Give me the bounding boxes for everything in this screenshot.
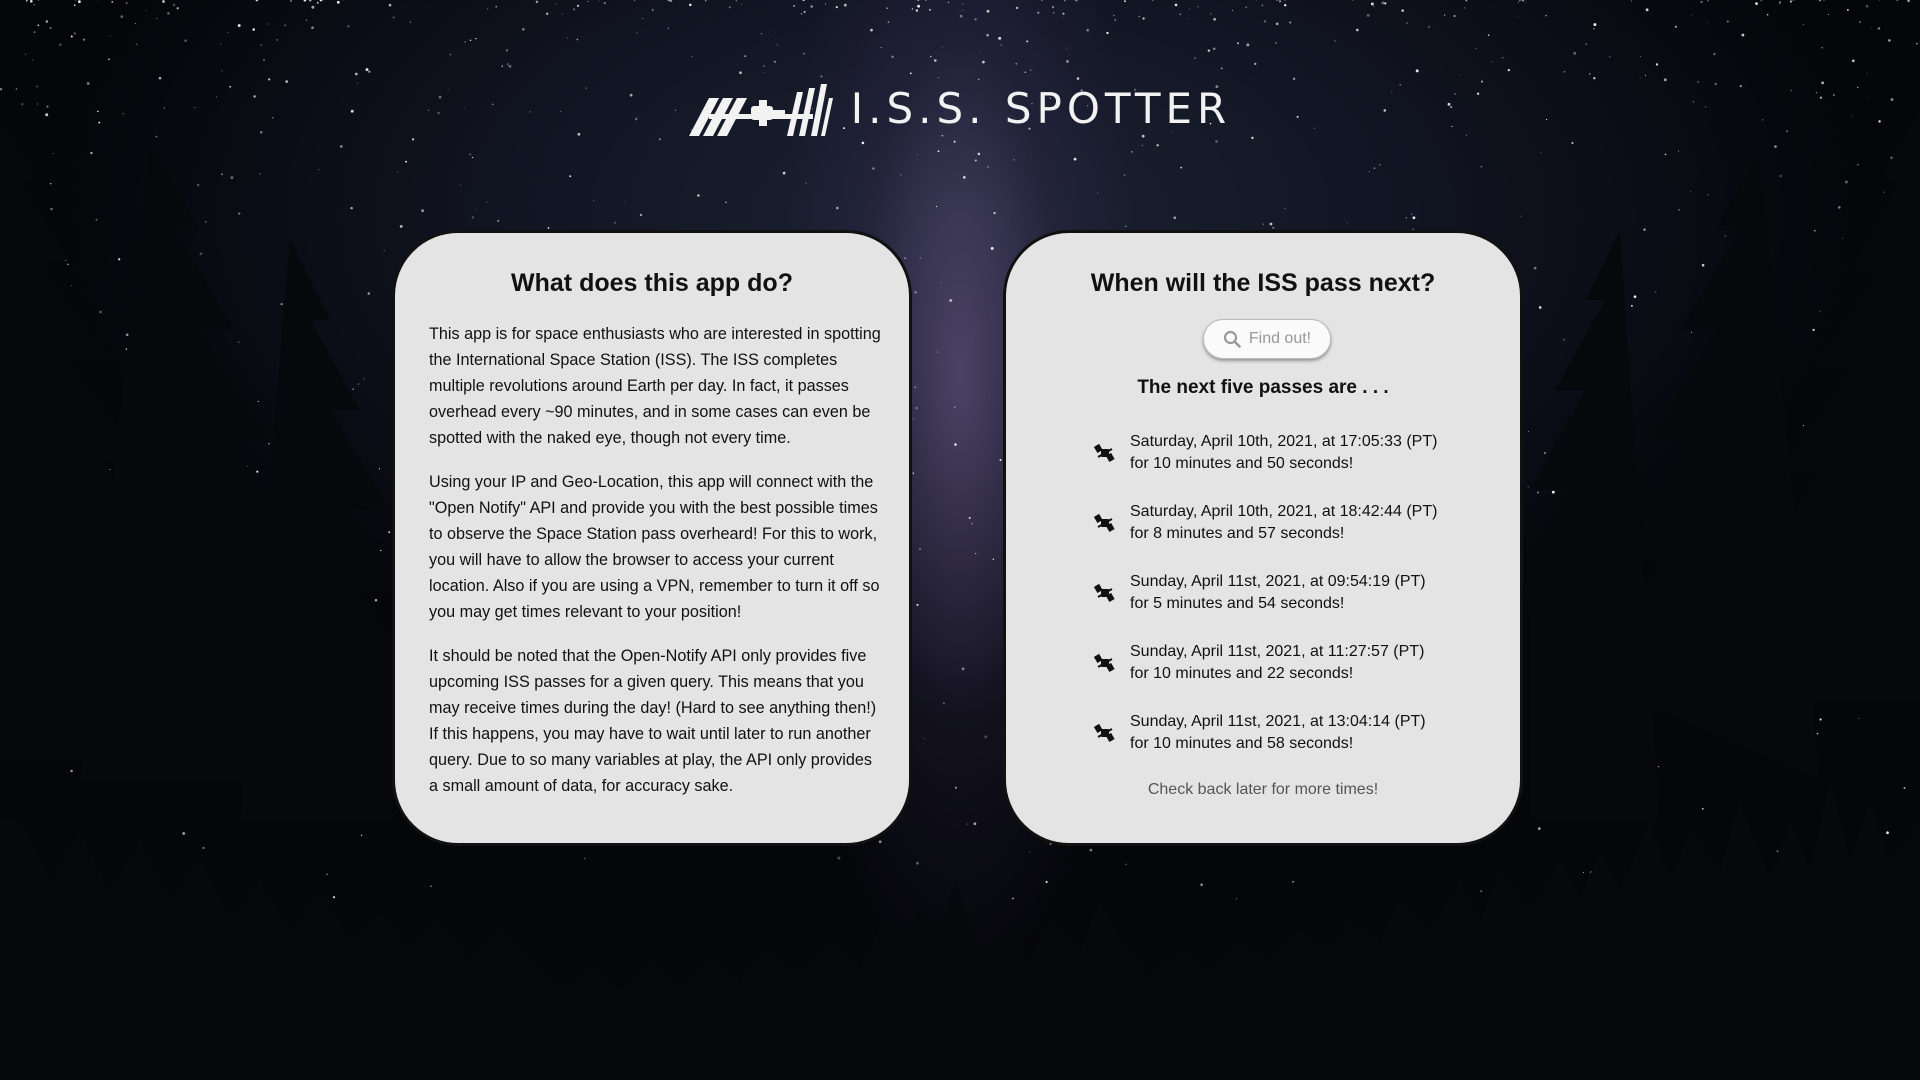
forest-silhouette [0, 110, 1920, 1080]
space-station-icon [1094, 583, 1115, 602]
space-station-icon [1094, 443, 1115, 462]
about-text: This app is for space enthusiasts who ar… [429, 321, 881, 817]
space-station-icon [1094, 653, 1115, 672]
about-heading: What does this app do? [511, 269, 793, 297]
passes-subheading: The next five passes are . . . [1137, 377, 1389, 398]
pass-item: Sunday, April 11st, 2021, at 13:04:14 (P… [1094, 711, 1494, 781]
find-out-button[interactable]: Find out! [1203, 319, 1331, 359]
pass-time: Saturday, April 10th, 2021, at 17:05:33 … [1130, 433, 1438, 450]
pass-time: Sunday, April 11st, 2021, at 11:27:57 (P… [1130, 643, 1425, 660]
pass-time: Sunday, April 11st, 2021, at 13:04:14 (P… [1130, 713, 1426, 730]
pass-item: Saturday, April 10th, 2021, at 17:05:33 … [1094, 431, 1494, 501]
pass-duration: for 8 minutes and 57 seconds! [1130, 525, 1345, 542]
pass-time: Saturday, April 10th, 2021, at 18:42:44 … [1130, 503, 1438, 520]
pass-duration: for 5 minutes and 54 seconds! [1130, 595, 1345, 612]
app-header: I.S.S. SPOTTER [0, 74, 1920, 144]
pass-duration: for 10 minutes and 58 seconds! [1130, 735, 1354, 752]
app-title: I.S.S. SPOTTER [850, 84, 1232, 133]
pass-item: Saturday, April 10th, 2021, at 18:42:44 … [1094, 501, 1494, 571]
pass-list: Saturday, April 10th, 2021, at 17:05:33 … [1094, 431, 1494, 781]
pass-duration: for 10 minutes and 22 seconds! [1130, 665, 1354, 682]
space-station-icon [1094, 723, 1115, 742]
search-icon [1223, 330, 1241, 348]
pass-time: Sunday, April 11st, 2021, at 09:54:19 (P… [1130, 573, 1426, 590]
find-out-label: Find out! [1248, 330, 1312, 347]
passes-panel: When will the ISS pass next? Find out! T… [1003, 230, 1523, 846]
pass-item: Sunday, April 11st, 2021, at 09:54:19 (P… [1094, 571, 1494, 641]
about-paragraph: Using your IP and Geo-Location, this app… [429, 473, 880, 621]
passes-heading: When will the ISS pass next? [1090, 269, 1436, 297]
about-paragraph: It should be noted that the Open-Notify … [429, 647, 877, 795]
about-paragraph: This app is for space enthusiasts who ar… [429, 325, 881, 447]
pass-item: Sunday, April 11st, 2021, at 11:27:57 (P… [1094, 641, 1494, 711]
pass-duration: for 10 minutes and 50 seconds! [1130, 455, 1354, 472]
check-back-note: Check back later for more times! [1147, 781, 1379, 798]
about-panel: What does this app do? This app is for s… [392, 230, 912, 846]
space-station-icon [1094, 513, 1115, 532]
space-station-icon [688, 84, 833, 136]
